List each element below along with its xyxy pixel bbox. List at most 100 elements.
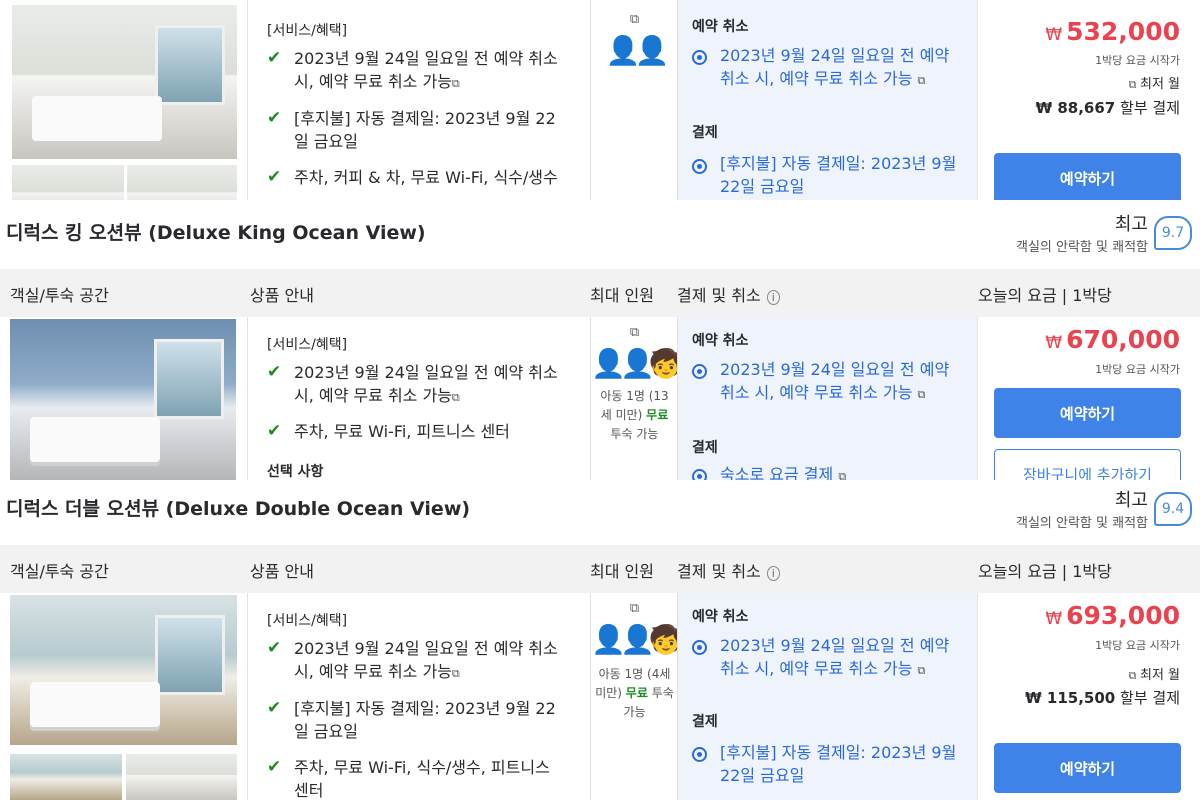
price-panel: ₩693,000 1박당 요금 시작가 ⧉ 최저 월 ₩ 115,500 할부 … bbox=[977, 593, 1200, 800]
expand-icon[interactable]: ⧉ bbox=[591, 12, 678, 27]
price-caption: 1박당 요금 시작가 bbox=[1095, 639, 1180, 652]
check-icon: ✔ bbox=[267, 362, 282, 382]
info-icon[interactable]: i bbox=[766, 566, 780, 581]
book-button[interactable]: 예약하기 bbox=[994, 153, 1181, 200]
cancel-policy-link[interactable]: 2023년 9월 24일 일요일 전 예약 취소 시, 예약 무료 취소 가능 … bbox=[720, 634, 965, 682]
price-panel: ₩670,000 1박당 요금 시작가 예약하기 장바구니에 추가하기 bbox=[977, 317, 1200, 480]
benefits-title: [서비스/혜택] bbox=[267, 613, 348, 629]
window-graphic bbox=[154, 339, 224, 419]
price: ₩670,000 bbox=[1045, 325, 1180, 354]
radio-selected-icon[interactable] bbox=[692, 640, 707, 655]
benefit-text: [후지불] 자동 결제일: 2023년 9월 22일 금요일 bbox=[294, 699, 556, 741]
price: ₩693,000 bbox=[1045, 601, 1180, 630]
cancel-policy-link[interactable]: 2023년 9월 24일 일요일 전 예약 취소 시, 예약 무료 취소 가능 … bbox=[720, 358, 965, 406]
check-icon: ✔ bbox=[267, 638, 282, 658]
expand-icon[interactable]: ⧉ bbox=[591, 601, 678, 616]
external-link-icon[interactable]: ⧉ bbox=[918, 388, 926, 401]
external-link-icon[interactable]: ⧉ bbox=[452, 77, 460, 90]
external-link-icon[interactable]: ⧉ bbox=[1129, 78, 1140, 91]
benefit-text: 주차, 무료 Wi-Fi, 피트니스 센터 bbox=[294, 422, 510, 441]
room-photos bbox=[0, 593, 247, 800]
room-thumbnail[interactable] bbox=[10, 754, 122, 800]
payment-title: 결제 bbox=[692, 440, 718, 456]
room-thumbnail[interactable] bbox=[127, 165, 237, 200]
payment-option[interactable]: [후지불] 자동 결제일: 2023년 9월 22일 금요일 bbox=[720, 152, 965, 198]
header-room: 객실/투숙 공간 bbox=[10, 286, 109, 305]
benefit-item: ✔ 2023년 9월 24일 일요일 전 예약 취소 시, 예약 무료 취소 가… bbox=[267, 637, 567, 685]
expand-icon[interactable]: ⧉ bbox=[591, 325, 678, 340]
bed-graphic bbox=[30, 682, 160, 727]
radio-selected-icon[interactable] bbox=[692, 747, 707, 762]
installment-info: ₩ 115,500 할부 결제 bbox=[1025, 689, 1180, 707]
benefits-title: [서비스/혜택] bbox=[267, 337, 348, 353]
price-caption: 1박당 요금 시작가 bbox=[1095, 54, 1180, 67]
add-to-cart-button[interactable]: 장바구니에 추가하기 bbox=[994, 449, 1181, 480]
bed-graphic bbox=[32, 96, 162, 141]
external-link-icon[interactable]: ⧉ bbox=[918, 74, 926, 87]
monthly-label: ⧉ 최저 월 bbox=[1128, 668, 1180, 683]
benefit-item: ✔ 주차, 커피 & 차, 무료 Wi-Fi, 식수/생수 bbox=[267, 166, 567, 189]
check-icon: ✔ bbox=[267, 108, 282, 128]
check-icon: ✔ bbox=[267, 698, 282, 718]
benefits-title: [서비스/혜택] bbox=[267, 23, 348, 39]
benefit-item: ✔ [후지불] 자동 결제일: 2023년 9월 22일 금요일 bbox=[267, 107, 567, 153]
room-card-0: [서비스/혜택] ✔ 2023년 9월 24일 일요일 전 예약 취소 시, 예… bbox=[0, 0, 1200, 200]
benefit-text: 2023년 9월 24일 일요일 전 예약 취소 시, 예약 무료 취소 가능⧉ bbox=[294, 49, 558, 91]
room-title[interactable]: 디럭스 킹 오션뷰 (Deluxe King Ocean View) bbox=[6, 218, 426, 245]
room-thumbnail[interactable] bbox=[126, 754, 237, 800]
room-photo[interactable] bbox=[12, 5, 237, 159]
header-product: 상품 안내 bbox=[250, 562, 314, 581]
child-policy: 아동 1명 (13세 미만) 무료 투숙 가능 bbox=[600, 389, 669, 441]
book-button[interactable]: 예약하기 bbox=[994, 388, 1181, 438]
rating-label: 최고 bbox=[1114, 490, 1148, 511]
external-link-icon[interactable]: ⧉ bbox=[452, 667, 460, 680]
benefit-item: ✔ 주차, 무료 Wi-Fi, 피트니스 센터 bbox=[267, 420, 567, 443]
header-room: 객실/투숙 공간 bbox=[10, 562, 109, 581]
room-photos bbox=[0, 317, 247, 480]
price-panel: ₩532,000 1박당 요금 시작가 ⧉ 최저 월 ₩ 88,667 할부 결… bbox=[977, 0, 1200, 200]
radio-selected-icon[interactable] bbox=[692, 159, 707, 174]
radio-selected-icon[interactable] bbox=[692, 364, 707, 379]
payment-option[interactable]: [후지불] 자동 결제일: 2023년 9월 22일 금요일 bbox=[720, 741, 965, 787]
book-button[interactable]: 예약하기 bbox=[994, 743, 1181, 793]
window-graphic bbox=[155, 25, 225, 105]
adults-icon: 👤👤 bbox=[605, 34, 670, 67]
room-thumbnail[interactable] bbox=[12, 165, 124, 200]
price: ₩532,000 bbox=[1045, 17, 1180, 46]
room-card-2: [서비스/혜택] ✔ 2023년 9월 24일 일요일 전 예약 취소 시, 예… bbox=[0, 593, 1200, 800]
radio-selected-icon[interactable] bbox=[692, 50, 707, 65]
room-title[interactable]: 디럭스 더블 오션뷰 (Deluxe Double Ocean View) bbox=[6, 494, 470, 521]
header-payment-cancel: 결제 및 취소 i bbox=[677, 558, 780, 582]
rating-score-badge: 9.7 bbox=[1154, 216, 1192, 250]
external-link-icon[interactable]: ⧉ bbox=[918, 664, 926, 677]
external-link-icon[interactable]: ⧉ bbox=[452, 391, 460, 404]
check-icon: ✔ bbox=[267, 757, 282, 777]
radio-selected-icon[interactable] bbox=[692, 469, 707, 480]
adults-child-icon: 👤👤🧒 bbox=[591, 347, 684, 380]
occupancy: ⧉ 👤👤🧒 아동 1명 (4세 미만) 무료 투숙 가능 bbox=[590, 593, 684, 800]
product-info: [서비스/혜택] ✔ 2023년 9월 24일 일요일 전 예약 취소 시, 예… bbox=[247, 593, 590, 800]
info-icon[interactable]: i bbox=[766, 290, 780, 305]
payment-cancel: 예약 취소 2023년 9월 24일 일요일 전 예약 취소 시, 예약 무료 … bbox=[677, 0, 977, 200]
check-icon: ✔ bbox=[267, 167, 282, 187]
product-info: [서비스/혜택] ✔ 2023년 9월 24일 일요일 전 예약 취소 시, 예… bbox=[247, 0, 590, 200]
benefit-text: 2023년 9월 24일 일요일 전 예약 취소 시, 예약 무료 취소 가능⧉ bbox=[294, 363, 558, 405]
external-link-icon[interactable]: ⧉ bbox=[838, 470, 846, 480]
check-icon: ✔ bbox=[267, 48, 282, 68]
payment-title: 결제 bbox=[692, 714, 718, 730]
benefit-text: [후지불] 자동 결제일: 2023년 9월 22일 금요일 bbox=[294, 109, 556, 151]
benefit-item: ✔ 2023년 9월 24일 일요일 전 예약 취소 시, 예약 무료 취소 가… bbox=[267, 47, 567, 95]
cancel-policy-link[interactable]: 2023년 9월 24일 일요일 전 예약 취소 시, 예약 무료 취소 가능 … bbox=[720, 44, 965, 92]
cancel-title: 예약 취소 bbox=[692, 19, 749, 35]
cancel-title: 예약 취소 bbox=[692, 333, 749, 349]
occupancy: ⧉ 👤👤 bbox=[590, 0, 677, 200]
benefit-text: 주차, 무료 Wi-Fi, 식수/생수, 피트니스 센터 bbox=[294, 758, 550, 800]
room-card-1: [서비스/혜택] ✔ 2023년 9월 24일 일요일 전 예약 취소 시, 예… bbox=[0, 317, 1200, 480]
room-photos bbox=[0, 0, 247, 200]
room-photo[interactable] bbox=[10, 595, 237, 745]
external-link-icon[interactable]: ⧉ bbox=[1129, 669, 1140, 682]
header-product: 상품 안내 bbox=[250, 286, 314, 305]
room-photo[interactable] bbox=[10, 319, 236, 480]
payment-cancel: 예약 취소 2023년 9월 24일 일요일 전 예약 취소 시, 예약 무료 … bbox=[677, 593, 977, 800]
payment-option[interactable]: 숙소로 요금 결제 ⧉ bbox=[720, 463, 965, 480]
